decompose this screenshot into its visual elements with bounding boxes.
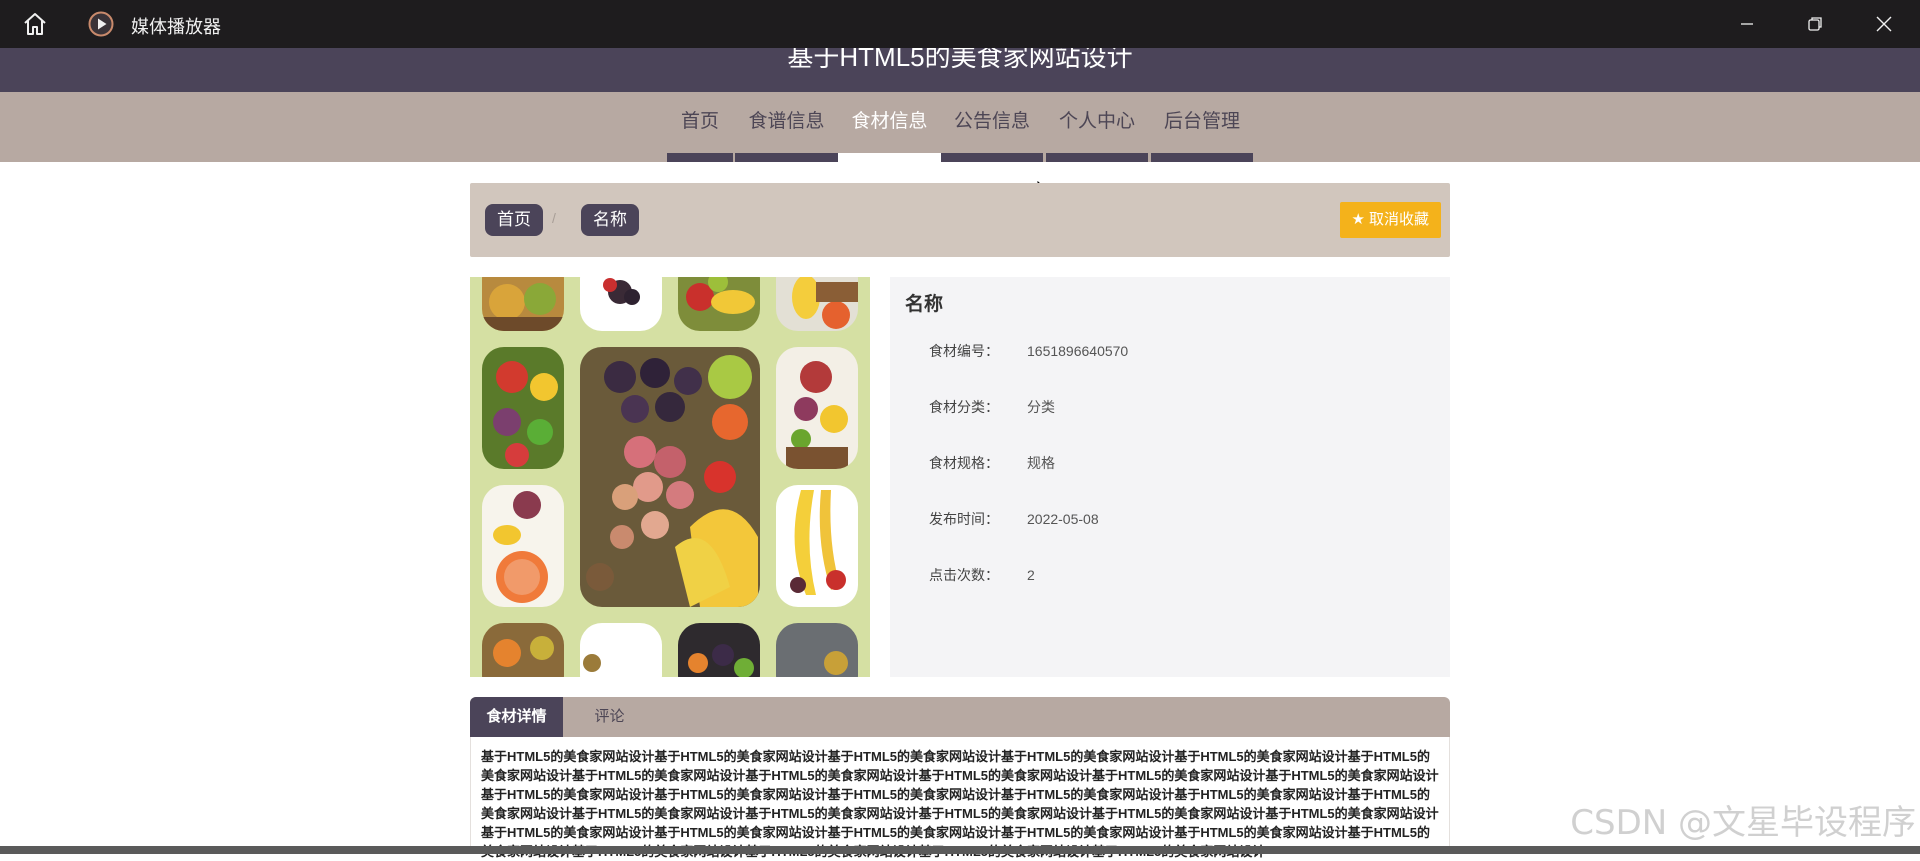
- app-title: 媒体播放器: [131, 17, 221, 37]
- main-nav: 首页 食谱信息 食材信息 公告信息 个人中心 后台管理: [0, 92, 1920, 162]
- info-label: 发布时间：: [929, 511, 999, 527]
- home-icon[interactable]: [22, 11, 48, 37]
- nav-underline: [735, 153, 838, 162]
- tab-content: 基于HTML5的美食家网站设计基于HTML5的美食家网站设计基于HTML5的美食…: [470, 737, 1450, 859]
- nav-label: 食谱信息: [748, 111, 825, 132]
- info-label: 食材分类：: [929, 399, 999, 415]
- info-value: 1651896640570: [1027, 343, 1129, 359]
- nav-underline: [1046, 153, 1148, 162]
- info-row-publish-time: 发布时间： 2022-05-08: [929, 509, 1099, 529]
- fruit-tile: [678, 277, 760, 331]
- nav-label: 公告信息: [953, 111, 1030, 132]
- unfavorite-label: 取消收藏: [1368, 211, 1429, 228]
- nav-item-profile[interactable]: 个人中心: [1046, 92, 1148, 162]
- breadcrumb-current[interactable]: 名称: [581, 204, 639, 236]
- fruit-tile-large: [580, 347, 760, 607]
- nav-underline: [667, 153, 733, 162]
- nav-item-home[interactable]: 首页: [667, 92, 733, 162]
- breadcrumb: 首页 / 名称 ★ 取消收藏: [470, 183, 1450, 257]
- info-row-category: 食材分类： 分类: [929, 397, 1055, 417]
- fruit-tile: [580, 623, 662, 677]
- close-icon[interactable]: [1872, 12, 1896, 36]
- info-row-spec: 食材规格： 规格: [929, 453, 1055, 473]
- fruit-art: [792, 277, 858, 329]
- info-value: 2: [1027, 567, 1035, 583]
- info-label: 点击次数：: [929, 567, 999, 583]
- fruit-art: [493, 491, 548, 603]
- site-title-wrap: 基于HTML5的美食家网站设计: [0, 48, 1920, 92]
- bottom-edge: [0, 846, 1920, 854]
- product-image: [470, 277, 870, 677]
- nav-item-ingredients[interactable]: 食材信息: [838, 92, 941, 162]
- star-icon: ★: [1351, 211, 1365, 228]
- fruit-art: [824, 651, 848, 675]
- fruit-art: [790, 490, 846, 595]
- nav-underline: [1151, 153, 1253, 162]
- fruit-art: [482, 283, 564, 331]
- info-label: 食材编号：: [929, 343, 999, 359]
- info-title: 名称: [905, 294, 944, 315]
- restore-icon[interactable]: [1803, 12, 1827, 36]
- fruit-tile: [776, 277, 858, 331]
- fruit-art: [583, 654, 601, 672]
- info-row-clicks: 点击次数： 2: [929, 565, 1035, 585]
- info-value: 分类: [1027, 399, 1055, 415]
- fruit-tile: [580, 277, 662, 331]
- fruit-art: [786, 361, 848, 469]
- nav-item-recipes[interactable]: 食谱信息: [735, 92, 838, 162]
- info-label: 食材规格：: [929, 455, 999, 471]
- nav-label: 后台管理: [1163, 111, 1240, 132]
- site-header: 基于HTML5的美食家网站设计: [0, 48, 1920, 92]
- info-value: 规格: [1027, 455, 1055, 471]
- breadcrumb-separator: /: [552, 210, 556, 226]
- unfavorite-button[interactable]: ★ 取消收藏: [1339, 202, 1441, 238]
- nav-label: 首页: [680, 111, 719, 132]
- detail-tabs: 食材详情 评论: [470, 697, 1450, 737]
- fruit-tile: [776, 485, 858, 607]
- nav-label: 个人中心: [1058, 111, 1135, 132]
- play-circle-icon: [88, 11, 114, 37]
- info-row-id: 食材编号： 1651896640570: [929, 341, 1128, 361]
- site-title: 基于HTML5的美食家网站设计: [787, 48, 1133, 72]
- fruit-tile: [776, 347, 858, 469]
- tab-ingredient-detail[interactable]: 食材详情: [470, 697, 563, 737]
- fruit-tile: [482, 347, 564, 469]
- fruit-tile: [482, 277, 564, 331]
- nav-item-notices[interactable]: 公告信息: [941, 92, 1043, 162]
- nav-label: 食材信息: [851, 111, 928, 132]
- fruit-art: [686, 277, 755, 314]
- fruit-art: [493, 636, 554, 667]
- tab-comments[interactable]: 评论: [563, 697, 656, 737]
- fruit-tile: [776, 623, 858, 677]
- fruit-art: [688, 644, 754, 677]
- info-value: 2022-05-08: [1027, 511, 1099, 527]
- nav-underline: [838, 153, 941, 162]
- minimize-icon[interactable]: [1735, 12, 1759, 36]
- fruit-tile: [482, 485, 564, 607]
- nav-item-admin[interactable]: 后台管理: [1151, 92, 1253, 162]
- watermark: CSDN @文星毕设程序: [1570, 803, 1916, 843]
- breadcrumb-home[interactable]: 首页: [485, 204, 543, 236]
- nav-underline: [941, 153, 1043, 162]
- info-panel: 名称 食材编号： 1651896640570 食材分类： 分类 食材规格： 规格 发布…: [890, 277, 1450, 677]
- fruit-tile: [678, 623, 760, 677]
- ingredient-description: 基于HTML5的美食家网站设计基于HTML5的美食家网站设计基于HTML5的美食…: [481, 749, 1439, 859]
- fruit-art: [586, 355, 758, 607]
- fruit-tile: [482, 623, 564, 677]
- window-titlebar: 媒体播放器: [0, 0, 1920, 48]
- fruit-art: [603, 278, 640, 305]
- fruit-art: [493, 361, 558, 467]
